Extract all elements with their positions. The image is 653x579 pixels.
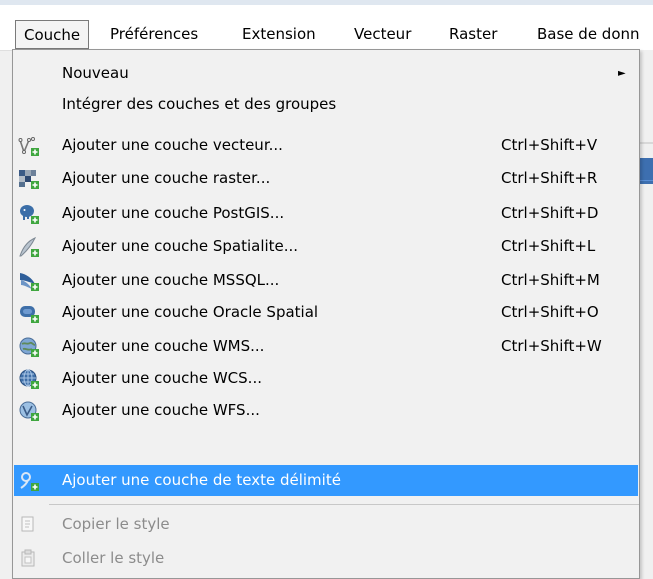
menu-item-label: Ajouter une couche PostGIS...: [62, 204, 285, 222]
wms-globe-icon: [19, 337, 39, 357]
menu-item-nouveau[interactable]: Nouveau ►: [14, 58, 638, 89]
raster-layer-icon: [19, 170, 39, 189]
menu-preferences[interactable]: Préférences: [102, 20, 206, 48]
spatialite-icon: [19, 237, 39, 257]
menu-item-label: Copier le style: [62, 515, 170, 533]
oracle-icon: [20, 306, 39, 323]
menu-extension[interactable]: Extension: [234, 20, 324, 48]
menu-item-label: Ajouter une couche vecteur...: [62, 136, 283, 154]
menu-item-shortcut: Ctrl+Shift+L: [501, 237, 596, 255]
menu-item-shortcut: Ctrl+Shift+R: [501, 169, 598, 187]
menu-item-vector-layer[interactable]: Ajouter une couche vecteur... Ctrl+Shift…: [14, 130, 638, 161]
menu-base-de-donnees[interactable]: Base de donn: [529, 20, 648, 48]
menu-raster[interactable]: Raster: [441, 20, 505, 48]
wcs-globe-icon: [19, 369, 39, 389]
mssql-icon: [20, 273, 39, 291]
menu-vecteur[interactable]: Vecteur: [346, 20, 419, 48]
menu-item-label: Coller le style: [62, 549, 165, 567]
couche-dropdown-menu: Nouveau ► Intégrer des couches et des gr…: [12, 49, 640, 579]
menu-item-label: Ajouter une couche de texte délimité: [62, 471, 341, 489]
menu-item-postgis-layer[interactable]: Ajouter une couche PostGIS... Ctrl+Shift…: [14, 198, 638, 229]
vector-layer-icon: [18, 137, 39, 156]
menu-item-shortcut: Ctrl+Shift+W: [501, 337, 602, 355]
delimited-text-icon: [20, 472, 39, 491]
menu-item-shortcut: Ctrl+Shift+V: [501, 136, 598, 154]
menu-item-label: Ajouter une couche Oracle Spatial: [62, 303, 319, 321]
menu-item-delimited-text-layer[interactable]: Ajouter une couche de texte délimité: [14, 465, 638, 496]
menu-item-paste-style[interactable]: Coller le style: [14, 543, 638, 574]
window-top-strip: [0, 0, 653, 5]
menu-item-copy-style[interactable]: Copier le style: [14, 509, 638, 540]
menu-item-label: Ajouter une couche WMS...: [62, 337, 265, 355]
menu-item-raster-layer[interactable]: Ajouter une couche raster... Ctrl+Shift+…: [14, 163, 638, 194]
menu-couche[interactable]: Couche: [15, 20, 90, 49]
submenu-arrow-icon: ►: [618, 68, 626, 79]
menu-item-label: Ajouter une couche MSSQL...: [62, 271, 280, 289]
menu-item-label: Ajouter une couche WFS...: [62, 401, 260, 419]
menu-item-wms-layer[interactable]: Ajouter une couche WMS... Ctrl+Shift+W: [14, 331, 638, 362]
menu-item-wfs-layer[interactable]: Ajouter une couche WFS...: [14, 395, 638, 426]
menu-bar: Couche Préférences Extension Vecteur Ras…: [0, 0, 653, 51]
menu-item-label: Nouveau: [62, 64, 129, 82]
menu-item-label: Ajouter une couche raster...: [62, 169, 271, 187]
menu-item-wcs-layer[interactable]: Ajouter une couche WCS...: [14, 363, 638, 394]
menu-item-oracle-layer[interactable]: Ajouter une couche Oracle Spatial Ctrl+S…: [14, 297, 638, 328]
menu-item-integrer[interactable]: Intégrer des couches et des groupes: [14, 89, 638, 120]
menu-item-label: Ajouter une couche WCS...: [62, 369, 262, 387]
menu-item-shortcut: Ctrl+Shift+O: [501, 303, 599, 321]
menu-item-label: Intégrer des couches et des groupes: [62, 95, 337, 113]
menu-item-shortcut: Ctrl+Shift+D: [501, 204, 599, 222]
paste-style-icon: [21, 549, 35, 567]
menu-item-label: Ajouter une couche Spatialite...: [62, 237, 299, 255]
menu-item-spatialite-layer[interactable]: Ajouter une couche Spatialite... Ctrl+Sh…: [14, 231, 638, 262]
copy-style-icon: [21, 516, 34, 532]
wfs-globe-icon: [19, 401, 39, 421]
postgis-icon: [20, 205, 39, 224]
menu-item-mssql-layer[interactable]: Ajouter une couche MSSQL... Ctrl+Shift+M: [14, 265, 638, 296]
menu-separator: [49, 504, 639, 505]
menu-item-shortcut: Ctrl+Shift+M: [501, 271, 600, 289]
